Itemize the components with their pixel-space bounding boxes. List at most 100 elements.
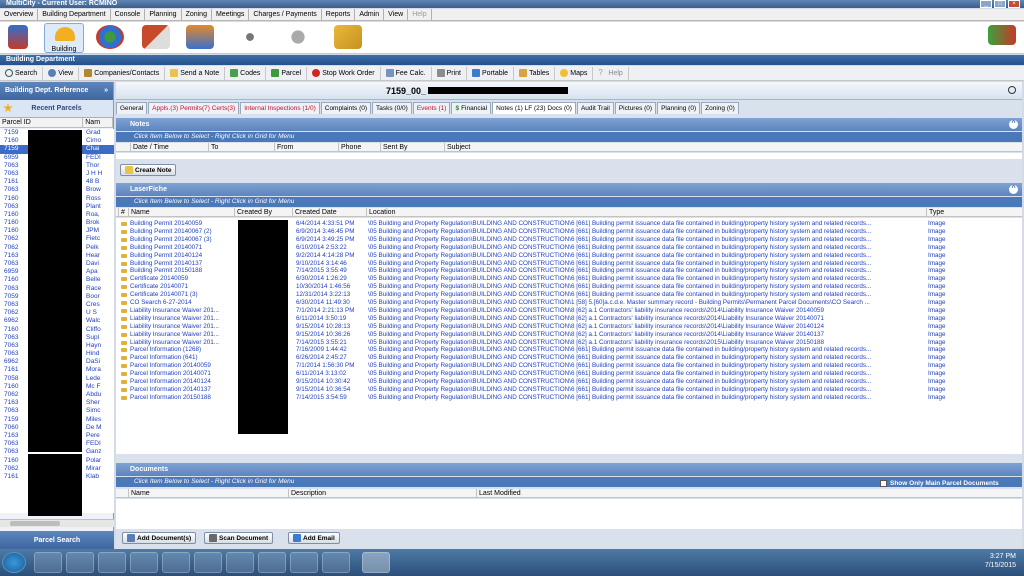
companies-contacts-button[interactable]: Companies/Contacts [79,66,166,80]
add-documents-button[interactable]: Add Document(s) [122,532,197,544]
chrome-icon[interactable] [162,552,190,573]
col-created-by[interactable]: Created By [234,208,272,217]
menu-admin[interactable]: Admin [355,9,385,20]
col-location[interactable]: Location [366,208,395,217]
close-icon[interactable]: × [1008,0,1020,8]
lf-type: Image [928,370,946,378]
col-parcel-id[interactable]: Parcel ID [0,118,84,127]
menu-help[interactable]: Help [408,9,432,20]
charges-piggy-icon[interactable] [284,25,312,49]
meetings-people-icon[interactable] [236,25,264,49]
col-name[interactable]: Nam [83,118,113,127]
lf-created-date: 6/26/2014 2:45:27 [296,354,347,362]
tab-planning[interactable]: Planning (0) [657,102,701,114]
lf-location: \05 Building and Property Regulation\BUI… [368,243,872,251]
scan-document-button[interactable]: Scan Document [204,532,274,544]
menu-building-department[interactable]: Building Department [38,9,111,20]
checkbox-icon[interactable] [880,480,887,487]
col-type[interactable]: Type [926,208,944,217]
app-icon[interactable] [290,552,318,573]
expand-icon[interactable]: » [104,87,108,95]
tab-notes-lf-docs[interactable]: Notes (1) LF (23) Docs (0) [492,102,576,114]
col-subject[interactable]: Subject [444,143,470,152]
maps-button[interactable]: Maps [555,66,594,80]
parcel-button[interactable]: Parcel [266,66,308,80]
portable-button[interactable]: Portable [467,66,515,80]
menu-overview[interactable]: Overview [0,9,39,20]
col-date-time[interactable]: Date / Time [130,143,169,152]
menu-planning[interactable]: Planning [145,9,182,20]
menu-charges-payments[interactable]: Charges / Payments [249,9,322,20]
zoning-icon[interactable] [186,25,214,49]
scroll-thumb[interactable] [10,521,60,526]
tab-complaints[interactable]: Complaints (0) [320,102,372,114]
view-button[interactable]: View [43,66,80,80]
maximize-icon[interactable]: □ [994,0,1006,8]
tab-appls-permits-certs[interactable]: Appls.(3) Permits(7) Certs(3) [148,102,240,114]
multicity-icon[interactable] [362,552,390,573]
excel-icon[interactable] [226,552,254,573]
col-doc-name[interactable]: Name [128,489,150,498]
tab-events[interactable]: Events (1) [412,102,451,114]
help-button[interactable]: ? Help [593,66,629,80]
col-name[interactable]: Name [128,208,150,217]
create-note-button[interactable]: Create Note [120,164,177,176]
col-to[interactable]: To [208,143,218,152]
app-icon[interactable] [322,552,350,573]
collapse-icon[interactable]: ^ [1009,185,1018,194]
tables-button[interactable]: Tables [514,66,556,80]
tab-zoning[interactable]: Zoning (0) [701,102,739,114]
add-email-button[interactable]: Add Email [288,532,340,544]
menu-console[interactable]: Console [111,9,146,20]
tab-financial[interactable]: $ Financial [451,102,492,114]
print-button[interactable]: Print [432,66,467,80]
planning-house-icon[interactable] [142,25,170,49]
parcel-number-bar: 7159_00_ [116,82,1022,100]
col-sent-by[interactable]: Sent By [380,143,408,152]
parcel-search-bar[interactable]: Parcel Search [0,531,114,549]
menu-meetings[interactable]: Meetings [212,9,250,20]
tab-audit-trail[interactable]: Audit Trail [576,102,614,114]
collapse-icon[interactable]: ^ [1009,120,1018,129]
search-icon[interactable] [1008,86,1016,94]
reports-folder-icon[interactable] [334,25,362,49]
search-button[interactable]: Search [0,66,44,80]
stop-work-order-button[interactable]: Stop Work Order [307,66,381,80]
outlook-icon[interactable] [130,552,158,573]
ie-icon[interactable] [34,552,62,573]
lf-created-date: 6/9/2014 3:46:45 PM [296,227,355,235]
lf-doc-name: Parcel Information 20150188 [130,393,211,401]
tab-tasks[interactable]: Tasks (0/0) [372,102,412,114]
notes-grid[interactable] [116,153,1022,159]
col-description[interactable]: Description [288,489,326,498]
system-clock[interactable]: 3:27 PM 7/15/2015 [985,552,1016,570]
overview-icon[interactable] [8,25,28,49]
minimize-icon[interactable]: _ [980,0,992,8]
tab-pictures[interactable]: Pictures (0) [614,102,657,114]
menu-view[interactable]: View [384,9,409,20]
send-note-button[interactable]: Send a Note [165,66,226,80]
col-from[interactable]: From [274,143,293,152]
menu-reports[interactable]: Reports [322,9,356,20]
laserfiche-icon[interactable] [258,552,286,573]
col-created-date[interactable]: Created Date [292,208,337,217]
col-number[interactable]: # [118,208,125,217]
documents-grid[interactable] [116,499,1022,529]
word-icon[interactable] [194,552,222,573]
codes-button[interactable]: Codes [225,66,267,80]
pie-chart-icon[interactable] [96,25,124,49]
col-last-modified[interactable]: Last Modified [476,489,521,498]
main-docs-checkbox[interactable]: Show Only Main Parcel Documents [880,480,999,487]
lf-type: Image [928,299,946,306]
building-module-button[interactable]: Building [44,23,84,53]
col-phone[interactable]: Phone [338,143,361,152]
start-icon[interactable] [2,552,26,573]
menu-zoning[interactable]: Zoning [182,9,212,20]
media-icon[interactable] [98,552,126,573]
lf-doc-name: Liability Insurance Waiver 201... [130,338,220,346]
explorer-icon[interactable] [66,552,94,573]
tab-general[interactable]: General [116,102,148,114]
horizontal-scrollbar[interactable] [0,519,114,527]
tab-internal-inspections[interactable]: Internal Inspections (1/0) [240,102,320,114]
fee-calc-button[interactable]: Fee Calc. [381,66,432,80]
